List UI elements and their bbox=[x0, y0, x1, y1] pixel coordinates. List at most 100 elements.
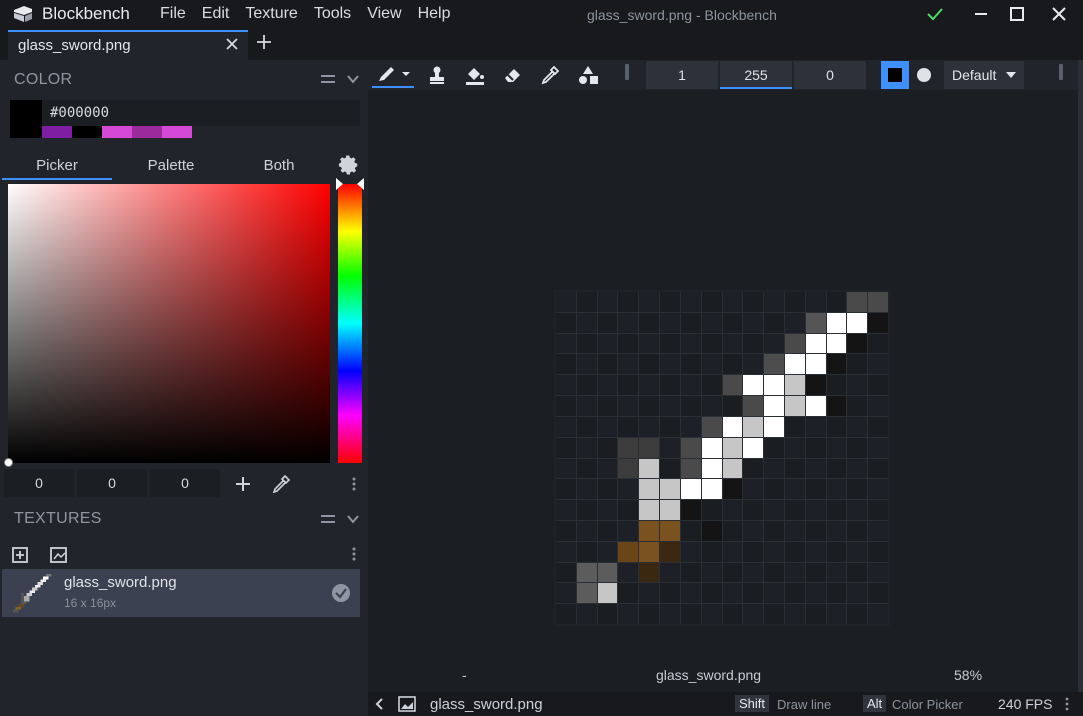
pixel-cell[interactable] bbox=[764, 520, 784, 541]
pixel-cell[interactable] bbox=[597, 479, 618, 500]
pixel-cell[interactable] bbox=[576, 375, 597, 396]
tab-both[interactable]: Both bbox=[224, 157, 334, 174]
pixel-cell[interactable] bbox=[722, 583, 743, 604]
pixel-cell[interactable] bbox=[660, 375, 680, 396]
pixel-cell[interactable] bbox=[576, 354, 597, 375]
pixel-cell[interactable] bbox=[556, 458, 576, 479]
pixel-cell[interactable] bbox=[764, 416, 784, 437]
hue-slider[interactable] bbox=[338, 184, 362, 463]
pixel-cell[interactable] bbox=[701, 354, 722, 375]
pixel-cell[interactable] bbox=[576, 437, 597, 458]
pixel-cell[interactable] bbox=[743, 312, 764, 333]
pixel-cell[interactable] bbox=[826, 520, 847, 541]
pixel-cell[interactable] bbox=[722, 541, 743, 562]
pixel-cell[interactable] bbox=[784, 500, 805, 520]
pixel-cell[interactable] bbox=[784, 312, 805, 333]
blend-mode-select[interactable]: Default bbox=[944, 61, 1024, 89]
recent-color-swatch[interactable] bbox=[72, 126, 102, 138]
pixel-cell[interactable] bbox=[597, 292, 618, 312]
pixel-cell[interactable] bbox=[743, 604, 764, 624]
pixel-cell[interactable] bbox=[722, 458, 743, 479]
pixel-cell[interactable] bbox=[660, 562, 680, 583]
pixel-cell[interactable] bbox=[784, 375, 805, 396]
pixel-cell[interactable] bbox=[784, 333, 805, 354]
pixel-cell[interactable] bbox=[576, 458, 597, 479]
pixel-cell[interactable] bbox=[805, 458, 826, 479]
pixel-cell[interactable] bbox=[701, 583, 722, 604]
pixel-cell[interactable] bbox=[826, 541, 847, 562]
softness-input[interactable]: 0 bbox=[794, 61, 866, 89]
stamp-tool[interactable] bbox=[424, 62, 450, 88]
pixel-cell[interactable] bbox=[618, 500, 639, 520]
pixel-cell[interactable] bbox=[576, 583, 597, 604]
pixel-cell[interactable] bbox=[576, 292, 597, 312]
pixel-cell[interactable] bbox=[701, 458, 722, 479]
pixel-cell[interactable] bbox=[597, 312, 618, 333]
pixel-cell[interactable] bbox=[660, 520, 680, 541]
pixel-cell[interactable] bbox=[805, 396, 826, 416]
blue-input[interactable]: 0 bbox=[150, 469, 220, 497]
current-color-swatch[interactable] bbox=[10, 100, 42, 138]
pixel-cell[interactable] bbox=[576, 500, 597, 520]
pixel-cell[interactable] bbox=[764, 541, 784, 562]
add-color-icon[interactable] bbox=[233, 474, 253, 494]
pixel-cell[interactable] bbox=[826, 458, 847, 479]
shapes-tool[interactable] bbox=[575, 62, 601, 88]
pixel-cell[interactable] bbox=[722, 312, 743, 333]
pixel-cell[interactable] bbox=[701, 520, 722, 541]
pixel-cell[interactable] bbox=[618, 479, 639, 500]
pixel-cell[interactable] bbox=[639, 416, 660, 437]
pixel-cell[interactable] bbox=[556, 520, 576, 541]
pixel-cell[interactable] bbox=[743, 416, 764, 437]
pixel-cell[interactable] bbox=[784, 604, 805, 624]
pixel-cell[interactable] bbox=[660, 396, 680, 416]
add-tab-icon[interactable] bbox=[256, 34, 272, 50]
pixel-cell[interactable] bbox=[618, 604, 639, 624]
pixel-cell[interactable] bbox=[680, 541, 701, 562]
pixel-cell[interactable] bbox=[826, 292, 847, 312]
pixel-cell[interactable] bbox=[597, 604, 618, 624]
pixel-cell[interactable] bbox=[576, 312, 597, 333]
pixel-cell[interactable] bbox=[680, 583, 701, 604]
hex-input[interactable]: #000000 bbox=[42, 100, 360, 126]
pixel-cell[interactable] bbox=[784, 562, 805, 583]
pixel-cell[interactable] bbox=[660, 583, 680, 604]
pixel-cell[interactable] bbox=[618, 562, 639, 583]
pixel-cell[interactable] bbox=[805, 500, 826, 520]
pixel-cell[interactable] bbox=[847, 479, 868, 500]
pixel-cell[interactable] bbox=[764, 333, 784, 354]
pixel-cell[interactable] bbox=[618, 375, 639, 396]
pixel-cell[interactable] bbox=[597, 520, 618, 541]
pixel-cell[interactable] bbox=[784, 541, 805, 562]
pixel-cell[interactable] bbox=[597, 541, 618, 562]
pixel-cell[interactable] bbox=[639, 354, 660, 375]
tab-glass-sword[interactable]: glass_sword.png bbox=[8, 30, 248, 60]
chevron-down-icon[interactable] bbox=[346, 512, 360, 526]
saturation-value-picker[interactable] bbox=[8, 184, 330, 463]
pixel-cell[interactable] bbox=[701, 437, 722, 458]
pixel-cell[interactable] bbox=[847, 354, 868, 375]
pixel-cell[interactable] bbox=[805, 479, 826, 500]
pixel-cell[interactable] bbox=[660, 458, 680, 479]
pixel-cell[interactable] bbox=[826, 396, 847, 416]
pixel-cell[interactable] bbox=[847, 583, 868, 604]
pixel-cell[interactable] bbox=[847, 520, 868, 541]
tab-picker[interactable]: Picker bbox=[2, 157, 112, 180]
pixel-cell[interactable] bbox=[826, 500, 847, 520]
pixel-cell[interactable] bbox=[660, 500, 680, 520]
pixel-cell[interactable] bbox=[743, 520, 764, 541]
pixel-cell[interactable] bbox=[722, 479, 743, 500]
texture-list-item[interactable]: glass_sword.png 16 x 16px bbox=[2, 569, 360, 617]
pixel-cell[interactable] bbox=[743, 541, 764, 562]
pixel-cell[interactable] bbox=[639, 562, 660, 583]
pixel-cell[interactable] bbox=[722, 520, 743, 541]
pixel-cell[interactable] bbox=[826, 562, 847, 583]
pixel-cell[interactable] bbox=[868, 562, 888, 583]
pixel-cell[interactable] bbox=[680, 416, 701, 437]
pixel-cell[interactable] bbox=[847, 292, 868, 312]
pixel-cell[interactable] bbox=[764, 500, 784, 520]
eraser-tool[interactable] bbox=[500, 62, 526, 88]
pixel-cell[interactable] bbox=[868, 312, 888, 333]
panel-menu-icon[interactable] bbox=[320, 72, 336, 86]
pixel-cell[interactable] bbox=[743, 458, 764, 479]
